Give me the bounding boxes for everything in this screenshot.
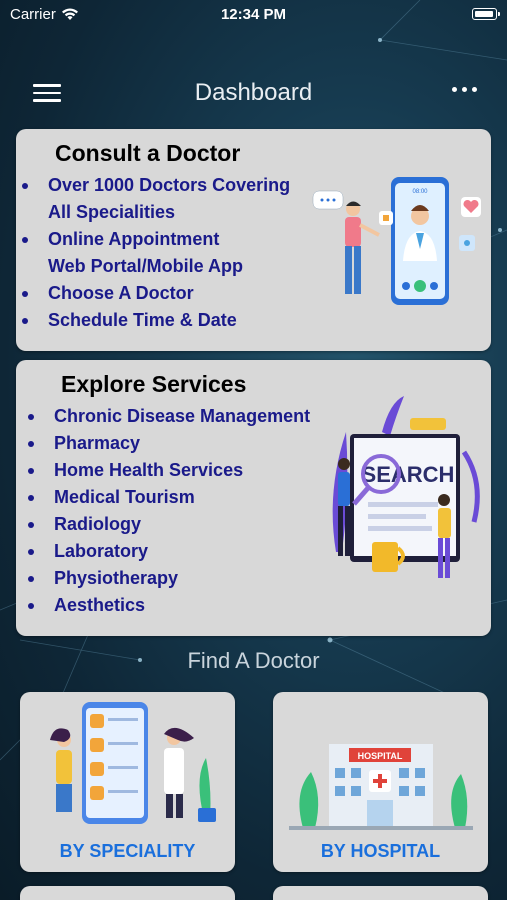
service-medical-tourism: Medical Tourism xyxy=(22,484,310,511)
phone-time-text: 08:00 xyxy=(412,189,428,195)
hospital-sign-text: HOSPITAL xyxy=(358,751,403,761)
partial-tile-right[interactable] xyxy=(273,886,488,900)
speciality-illustration xyxy=(50,702,216,824)
doctor-phone-illustration: 08:00 xyxy=(312,177,481,305)
explore-services-card[interactable]: Explore Services Chronic Disease Managem… xyxy=(16,360,491,636)
more-icon[interactable] xyxy=(452,87,477,92)
by-speciality-label: BY SPECIALITY xyxy=(59,841,196,861)
list-item-continuation: All Specialities xyxy=(48,202,176,222)
explore-card-title: Explore Services xyxy=(61,371,247,397)
find-doctor-heading: Find A Doctor xyxy=(187,648,320,673)
consult-feature-list: Over 1000 Doctors Covering All Specialit… xyxy=(16,172,290,334)
consult-doctor-card[interactable]: Consult a Doctor Over 1000 Doctors Cover… xyxy=(16,129,491,351)
search-graphic-text: SEARCH xyxy=(362,462,455,487)
by-speciality-tile[interactable]: BY SPECIALITY xyxy=(20,692,235,872)
service-pharmacy: Pharmacy xyxy=(22,430,310,457)
consult-card-title: Consult a Doctor xyxy=(55,140,241,166)
partial-tile-left[interactable] xyxy=(20,886,235,900)
search-illustration: SEARCH xyxy=(332,396,480,578)
clock: 12:34 PM xyxy=(220,6,287,23)
service-physiotherapy: Physiotherapy xyxy=(22,565,310,592)
page-title: Dashboard xyxy=(194,79,313,106)
list-item: Schedule Time & Date xyxy=(16,307,290,334)
status-bar: Carrier 12:34 PM xyxy=(0,0,507,30)
services-list: Chronic Disease Management Pharmacy Home… xyxy=(22,403,310,619)
service-radiology: Radiology xyxy=(22,511,310,538)
service-chronic-disease: Chronic Disease Management xyxy=(22,403,310,430)
list-item: Choose A Doctor xyxy=(16,280,290,307)
service-laboratory: Laboratory xyxy=(22,538,310,565)
service-aesthetics: Aesthetics xyxy=(22,592,310,619)
navigation-bar: Dashboard xyxy=(0,60,507,126)
by-hospital-label: BY HOSPITAL xyxy=(320,841,441,861)
battery-icon xyxy=(472,8,500,20)
by-hospital-tile[interactable]: HOSPITAL BY HOSPITAL xyxy=(273,692,488,872)
list-item: Online Appointment xyxy=(16,226,290,253)
list-item-continuation: Web Portal/Mobile App xyxy=(48,256,244,276)
service-home-health: Home Health Services xyxy=(22,457,310,484)
hospital-illustration: HOSPITAL xyxy=(289,744,473,830)
list-item: Over 1000 Doctors Covering xyxy=(16,172,290,199)
